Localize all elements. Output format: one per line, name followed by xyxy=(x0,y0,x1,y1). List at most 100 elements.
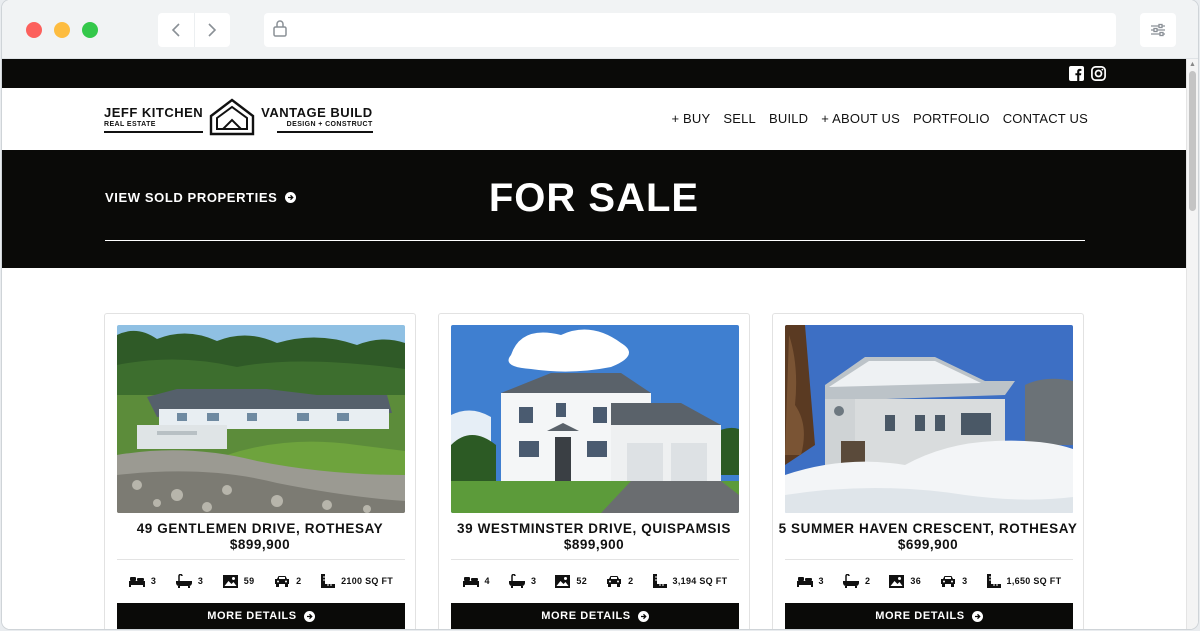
sqft-stat: 1,650 SQ FT xyxy=(986,574,1062,588)
photos-stat: 52 xyxy=(555,574,588,588)
ruler-icon xyxy=(652,574,667,588)
baths-stat: 3 xyxy=(508,574,536,588)
facebook-icon[interactable] xyxy=(1069,66,1084,81)
listing-photo[interactable] xyxy=(451,325,739,513)
garage-stat: 3 xyxy=(940,575,967,587)
bathtub-icon xyxy=(175,574,192,588)
chevron-right-icon[interactable] xyxy=(193,13,231,47)
site-header: JEFF KITCHEN REAL ESTATE VANTAGE BUILD D… xyxy=(2,88,1186,150)
listing-price: $899,900 xyxy=(229,537,291,552)
lock-icon xyxy=(272,19,288,42)
nav-item-portfolio[interactable]: PORTFOLIO xyxy=(913,111,990,126)
arrow-circle-icon xyxy=(637,610,649,622)
image-icon xyxy=(222,574,238,588)
listing-price: $899,900 xyxy=(563,537,625,552)
close-window-button[interactable] xyxy=(26,22,42,38)
house-logo-icon xyxy=(209,97,255,141)
page-viewport: JEFF KITCHEN REAL ESTATE VANTAGE BUILD D… xyxy=(2,59,1186,629)
logo-right-name: VANTAGE BUILD xyxy=(261,104,373,120)
listing-stats: 3 3 59 2 2100 SQ FT xyxy=(117,574,405,588)
more-details-label: MORE DETAILS xyxy=(875,610,965,622)
more-details-button[interactable]: MORE DETAILS xyxy=(117,603,405,629)
car-icon xyxy=(940,575,956,587)
photos-stat: 36 xyxy=(889,574,922,588)
listing-card: 5 SUMMER HAVEN CRESCENT, ROTHESAY $699,9… xyxy=(772,313,1084,629)
vertical-scrollbar[interactable]: ▲ xyxy=(1186,59,1198,629)
more-details-button[interactable]: MORE DETAILS xyxy=(451,603,739,629)
card-divider xyxy=(117,559,405,560)
sqft-stat: 3,194 SQ FT xyxy=(652,574,728,588)
baths-stat: 3 xyxy=(175,574,203,588)
listing-card: 39 WESTMINSTER DRIVE, QUISPAMSIS $899,90… xyxy=(438,313,750,629)
page-title: FOR SALE xyxy=(488,176,700,220)
logo-left-underline xyxy=(104,130,204,133)
garage-count: 2 xyxy=(628,576,634,586)
logo-right-underline xyxy=(276,130,373,133)
listing-photo[interactable] xyxy=(117,325,405,513)
photos-count: 36 xyxy=(910,576,922,586)
beds-stat: 3 xyxy=(796,575,824,587)
beds-count: 3 xyxy=(818,576,824,586)
card-divider xyxy=(451,559,739,560)
scroll-up-icon[interactable]: ▲ xyxy=(1189,61,1196,68)
sqft-stat: 2100 SQ FT xyxy=(321,574,393,588)
sqft-value: 2100 SQ FT xyxy=(341,576,394,586)
car-icon xyxy=(606,575,622,587)
social-links xyxy=(1069,66,1106,81)
beds-stat: 4 xyxy=(462,575,490,587)
scrollbar-thumb[interactable] xyxy=(1189,71,1196,211)
car-icon xyxy=(274,575,290,587)
banner-divider xyxy=(105,240,1085,241)
listing-address[interactable]: 49 GENTLEMEN DRIVE, ROTHESAY xyxy=(105,521,415,536)
beds-count: 3 xyxy=(150,576,157,586)
sliders-icon[interactable] xyxy=(1140,13,1176,47)
listing-stats: 3 2 36 3 1,650 SQ FT xyxy=(785,574,1073,588)
maximize-window-button[interactable] xyxy=(82,22,98,38)
logo-right-tagline: DESIGN + CONSTRUCT xyxy=(286,120,373,128)
nav-item-about-us[interactable]: + ABOUT US xyxy=(821,111,900,126)
nav-item-build[interactable]: BUILD xyxy=(769,111,808,126)
hero-banner: VIEW SOLD PROPERTIES FOR SALE xyxy=(2,150,1186,268)
browser-chrome xyxy=(2,0,1198,59)
nav-item-buy[interactable]: + BUY xyxy=(671,111,710,126)
logo-left-name: JEFF KITCHEN xyxy=(104,104,204,120)
logo-left-tagline: REAL ESTATE xyxy=(104,120,156,128)
instagram-icon[interactable] xyxy=(1091,66,1106,81)
listing-card: 49 GENTLEMEN DRIVE, ROTHESAY $899,900 3 … xyxy=(104,313,416,629)
listing-photo[interactable] xyxy=(785,325,1073,513)
bed-icon xyxy=(128,575,145,587)
listing-stats: 4 3 52 2 3,194 SQ FT xyxy=(451,574,739,588)
bed-icon xyxy=(462,575,479,587)
card-divider xyxy=(785,559,1073,560)
beds-count: 4 xyxy=(484,576,490,586)
logo-right: VANTAGE BUILD DESIGN + CONSTRUCT xyxy=(261,104,373,133)
more-details-label: MORE DETAILS xyxy=(207,610,297,622)
arrow-circle-icon xyxy=(971,610,983,622)
listing-address[interactable]: 39 WESTMINSTER DRIVE, QUISPAMSIS xyxy=(439,521,749,536)
address-bar[interactable] xyxy=(264,13,1116,47)
more-details-button[interactable]: MORE DETAILS xyxy=(785,603,1073,629)
photos-count: 52 xyxy=(576,576,588,586)
bathtub-icon xyxy=(842,574,859,588)
ruler-icon xyxy=(986,574,1001,588)
chevron-left-icon[interactable] xyxy=(158,13,194,47)
bed-icon xyxy=(796,575,813,587)
nav-item-contact-us[interactable]: CONTACT US xyxy=(1003,111,1088,126)
garage-count: 3 xyxy=(962,576,968,586)
arrow-circle-icon xyxy=(303,610,315,622)
bathtub-icon xyxy=(508,574,525,588)
history-buttons xyxy=(158,13,230,47)
browser-window: JEFF KITCHEN REAL ESTATE VANTAGE BUILD D… xyxy=(2,0,1198,629)
image-icon xyxy=(555,574,571,588)
main-nav: + BUY SELL BUILD + ABOUT US PORTFOLIO CO… xyxy=(671,111,1088,126)
listing-price: $699,900 xyxy=(897,537,959,552)
nav-item-sell[interactable]: SELL xyxy=(723,111,756,126)
baths-count: 2 xyxy=(864,576,871,586)
sqft-value: 3,194 SQ FT xyxy=(672,576,728,586)
photos-stat: 59 xyxy=(222,574,255,588)
garage-count: 2 xyxy=(296,576,302,586)
listing-address[interactable]: 5 SUMMER HAVEN CRESCENT, ROTHESAY xyxy=(773,521,1083,536)
minimize-window-button[interactable] xyxy=(54,22,70,38)
more-details-label: MORE DETAILS xyxy=(541,610,631,622)
site-logo[interactable]: JEFF KITCHEN REAL ESTATE VANTAGE BUILD D… xyxy=(104,97,373,141)
